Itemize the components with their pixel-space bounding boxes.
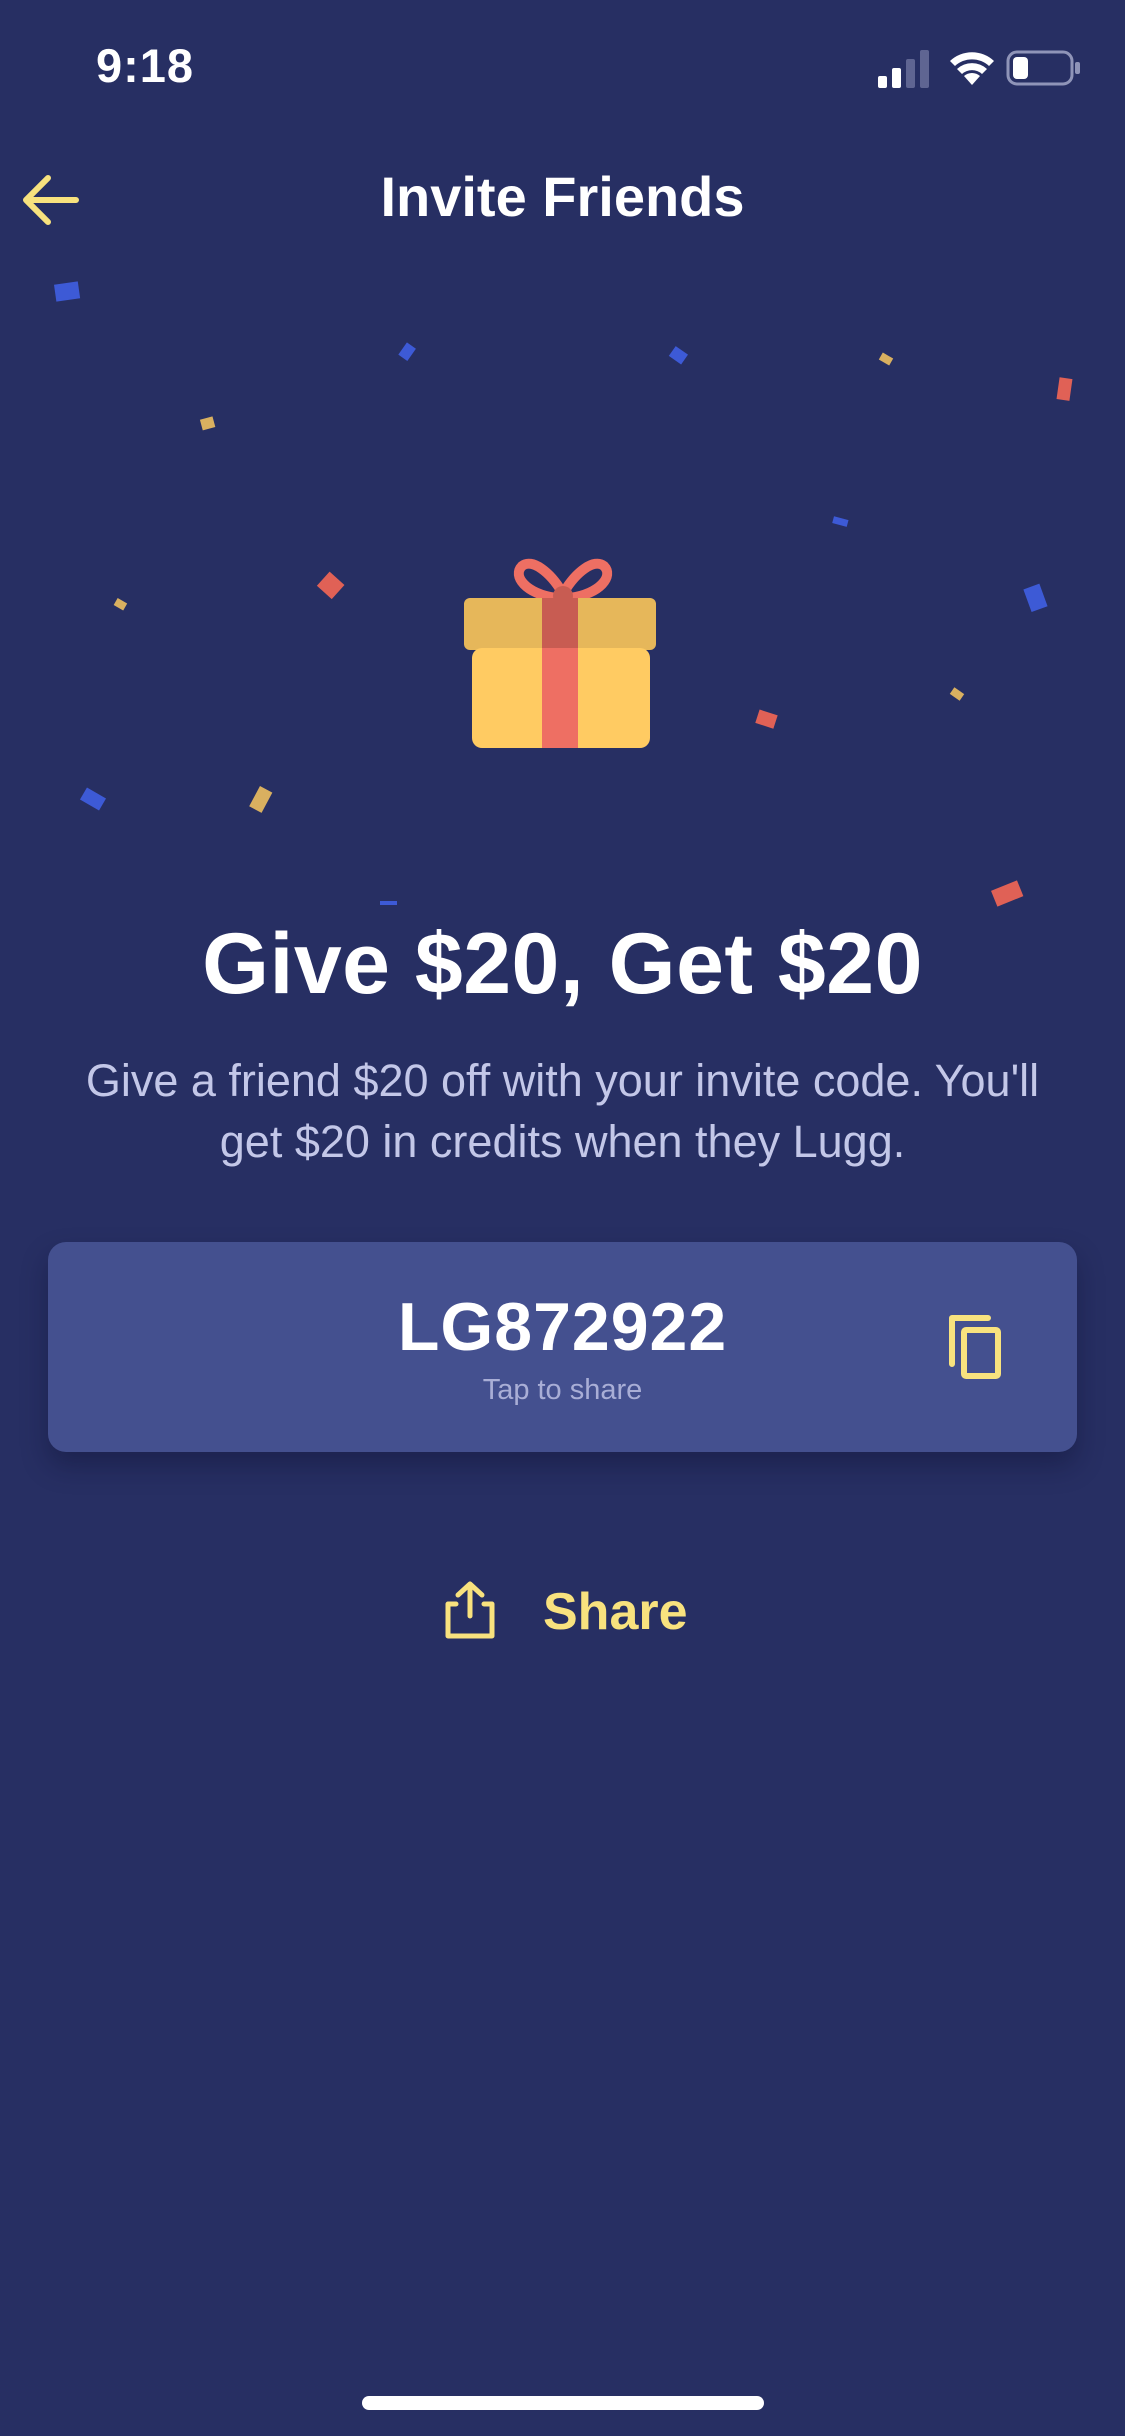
copy-icon[interactable] — [936, 1306, 1016, 1386]
headline: Give $20, Get $20 — [202, 916, 923, 1012]
share-button[interactable]: Share — [430, 1570, 710, 1650]
invite-code: LG872922 — [397, 1289, 728, 1365]
home-indicator[interactable] — [362, 2396, 764, 2410]
gift-icon — [464, 558, 656, 748]
invite-description: Give a friend $20 off with your invite c… — [85, 1055, 1040, 1167]
confetti-decoration — [54, 281, 1073, 907]
invite-code-card[interactable]: LG872922 Tap to share — [48, 1242, 1077, 1452]
share-label: Share — [543, 1583, 688, 1641]
share-icon — [445, 1581, 495, 1639]
tap-to-share-hint: Tap to share — [482, 1374, 643, 1406]
